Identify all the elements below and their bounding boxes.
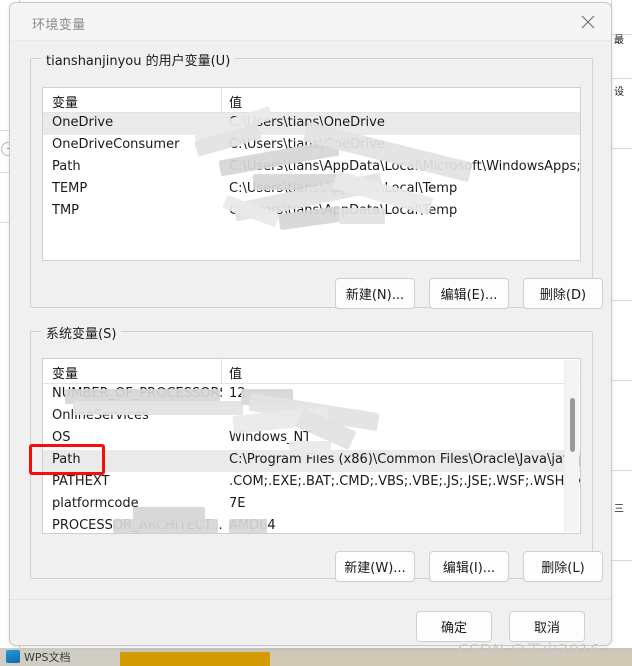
user-column-variable: 变量 (52, 96, 79, 111)
system-table-scrollbar[interactable] (564, 360, 579, 532)
taskbar-label: WPS文档 (24, 651, 71, 664)
system-table-rows: NUMBER_OF_PROCESSORS 12 OnlineServices O… (43, 384, 580, 533)
edit-user-variable-button[interactable]: 编辑(E)... (429, 278, 509, 309)
user-table-header: 变量 值 (43, 88, 580, 113)
close-button[interactable] (565, 3, 611, 40)
close-icon (581, 15, 595, 29)
variable-name: Path (52, 159, 81, 174)
background-right-divider (611, 300, 632, 301)
scrollbar-thumb[interactable] (570, 398, 575, 452)
table-row[interactable]: OS Windows_NT (43, 428, 580, 450)
new-system-variable-button[interactable]: 新建(W)... (335, 551, 415, 582)
table-row[interactable]: OneDriveConsumer C:\Users\tians\OneDrive (43, 135, 580, 157)
variable-value: AMD64 (229, 518, 276, 533)
table-row[interactable]: TEMP C:\Users\tians\AppData\Local\Temp (43, 179, 580, 201)
system-variables-legend: 系统变量(S) (41, 323, 122, 342)
variable-name: NUMBER_OF_PROCESSORS (52, 386, 222, 401)
variable-name: PATHEXT (52, 474, 110, 489)
variable-name: TMP (52, 203, 79, 218)
variable-name: platformcode (52, 496, 139, 511)
user-variables-table[interactable]: 变量 值 OneDrive C:\Users\tians\OneDrive On… (42, 87, 581, 261)
variable-value: C:\Users\tians\AppData\Local\Temp (229, 203, 458, 218)
user-variables-legend: tianshanjinyou 的用户变量(U) (41, 50, 236, 69)
app-icon[interactable] (6, 650, 20, 663)
column-separator (221, 359, 222, 384)
table-row[interactable]: OneDrive C:\Users\tians\OneDrive (43, 113, 580, 135)
table-row[interactable]: Path C:\Users\tians\AppData\Local\Micros… (43, 157, 580, 179)
taskbar-progress (120, 652, 270, 666)
variable-value: C:\Users\tians\AppData\Local\Temp (229, 181, 458, 196)
screen-root: + 最 设 三 WPS文档 环境变量 tianshanjin (0, 0, 632, 666)
variable-name: Path (52, 452, 81, 467)
table-row[interactable]: PROCESSOR_ARCHITECT... AMD64 (43, 516, 580, 533)
variable-name: OneDriveConsumer (52, 137, 180, 152)
background-right-divider (611, 470, 632, 471)
edit-system-variable-button[interactable]: 编辑(I)... (429, 551, 509, 582)
variable-name: OneDrive (52, 115, 114, 130)
background-right-divider (611, 380, 632, 381)
background-right-glyph: 最 (614, 35, 624, 46)
background-right-divider (611, 560, 632, 561)
user-table-rows: OneDrive C:\Users\tians\OneDrive OneDriv… (43, 113, 580, 223)
system-column-variable: 变量 (52, 367, 79, 382)
dialog-titlebar[interactable]: 环境变量 (10, 3, 611, 41)
table-row[interactable]: TMP C:\Users\tians\AppData\Local\Temp (43, 201, 580, 223)
variable-value: 12 (229, 386, 246, 401)
cancel-button[interactable]: 取消 (509, 611, 585, 642)
background-right-glyph: 三 (614, 504, 624, 515)
variable-value: 7E (229, 496, 246, 511)
table-row[interactable]: Path C:\Program Files (x86)\Common Files… (43, 450, 580, 472)
background-right-divider (611, 148, 632, 149)
table-row[interactable]: platformcode 7E (43, 494, 580, 516)
environment-variables-dialog: 环境变量 tianshanjinyou 的用户变量(U) 变量 值 OneDri… (9, 2, 612, 659)
delete-system-variable-button[interactable]: 删除(L) (523, 551, 603, 582)
background-right-divider (611, 78, 632, 79)
variable-value: .COM;.EXE;.BAT;.CMD;.VBS;.VBE;.JS;.JSE;.… (229, 474, 581, 489)
variable-value: C:\Program Files (x86)\Common Files\Orac… (229, 452, 580, 467)
variable-value: C:\Users\tians\AppData\Local\Microsoft\W… (229, 159, 581, 174)
system-table-header: 变量 值 (43, 359, 580, 384)
variable-value: C:\Users\tians\OneDrive (229, 137, 385, 152)
ok-button[interactable]: 确定 (416, 611, 492, 642)
new-user-variable-button[interactable]: 新建(N)... (335, 278, 415, 309)
table-row[interactable]: NUMBER_OF_PROCESSORS 12 (43, 384, 580, 406)
variable-name: TEMP (52, 181, 88, 196)
taskbar-remainder (270, 652, 632, 666)
system-variables-table[interactable]: 变量 值 NUMBER_OF_PROCESSORS 12 OnlineServi… (42, 358, 581, 534)
variable-value: C:\Users\tians\OneDrive (229, 115, 385, 130)
dialog-title: 环境变量 (32, 18, 86, 33)
column-separator (221, 88, 222, 113)
background-right-glyph: 设 (614, 87, 624, 98)
variable-value: Windows_NT (229, 430, 312, 445)
footer-separator (10, 599, 611, 600)
variable-name: OnlineServices (52, 408, 149, 423)
table-row[interactable]: OnlineServices (43, 406, 580, 428)
variable-name: PROCESSOR_ARCHITECT... (52, 518, 222, 533)
user-column-value: 值 (229, 96, 243, 111)
table-row[interactable]: PATHEXT .COM;.EXE;.BAT;.CMD;.VBS;.VBE;.J… (43, 472, 580, 494)
system-column-value: 值 (229, 367, 243, 382)
delete-user-variable-button[interactable]: 删除(D) (523, 278, 603, 309)
variable-name: OS (52, 430, 71, 445)
